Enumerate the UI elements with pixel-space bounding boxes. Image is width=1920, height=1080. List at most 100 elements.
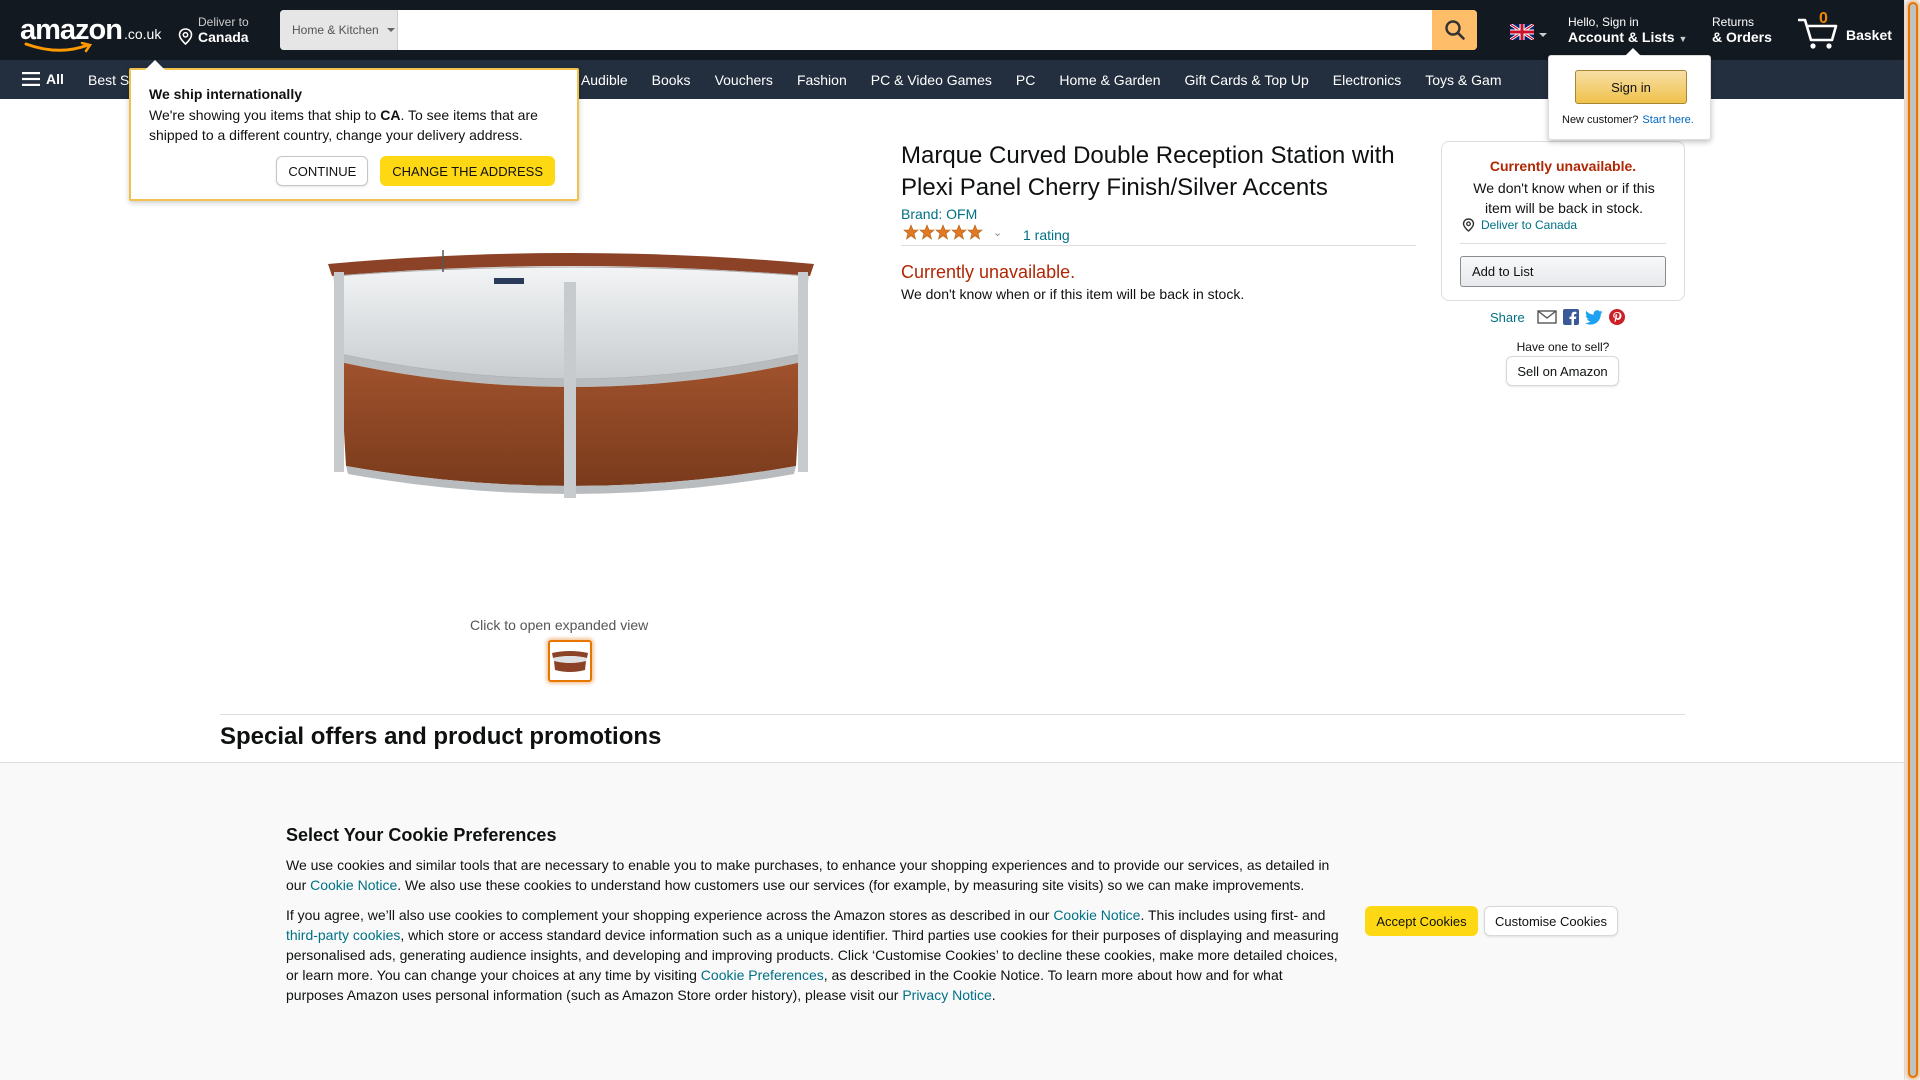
- hamburger-menu-icon: [22, 72, 40, 86]
- twitter-icon[interactable]: [1584, 309, 1603, 325]
- cookie-preferences-link[interactable]: Cookie Preferences: [701, 967, 824, 983]
- deliver-to-button[interactable]: Deliver to Canada: [178, 15, 268, 47]
- share-label: Share: [1490, 309, 1525, 325]
- basket-count: 0: [1819, 10, 1828, 27]
- account-lists-label: Account & Lists: [1568, 29, 1675, 45]
- star-rating[interactable]: ⌄: [903, 224, 1002, 240]
- thumbnail-image: [552, 651, 588, 672]
- amazon-logo[interactable]: amazon .co.uk: [20, 14, 162, 53]
- search-category-label: Home & Kitchen: [292, 23, 379, 37]
- cookie-paragraph-1: We use cookies and similar tools that ar…: [286, 855, 1342, 895]
- deliver-label: Deliver to: [198, 15, 249, 29]
- availability-status: Currently unavailable.: [901, 262, 1076, 282]
- cookie-banner: Select Your Cookie Preferences We use co…: [0, 762, 1904, 1080]
- subnav-item-gift-cards[interactable]: Gift Cards & Top Up: [1173, 72, 1321, 88]
- popover-text-part: We're showing you items that ship to: [149, 107, 381, 123]
- deliver-to-link[interactable]: Deliver to Canada: [1462, 218, 1577, 232]
- chevron-down-icon: ⌄: [993, 226, 1003, 239]
- subnav-item-books[interactable]: Books: [640, 72, 703, 88]
- uk-flag-icon: [1509, 22, 1535, 42]
- chevron-down-icon: [1539, 33, 1547, 37]
- privacy-notice-link[interactable]: Privacy Notice: [902, 987, 991, 1003]
- share-row: Share: [1490, 309, 1625, 325]
- cookie-paragraph-2: If you agree, we’ll also use cookies to …: [286, 905, 1342, 1005]
- deliver-to-label: Deliver to Canada: [1481, 218, 1578, 232]
- search-button[interactable]: [1432, 10, 1477, 50]
- language-selector[interactable]: [1509, 22, 1550, 42]
- buy-box: Currently unavailable. We don't know whe…: [1441, 141, 1685, 301]
- page-scrollbar[interactable]: [1904, 0, 1920, 1080]
- subnav-item-audible[interactable]: Audible: [569, 72, 640, 88]
- cookie-notice-link[interactable]: Cookie Notice: [310, 877, 397, 893]
- email-icon[interactable]: [1537, 310, 1557, 324]
- start-here-link[interactable]: Start here.: [1642, 114, 1693, 126]
- popover-buttons: CONTINUE CHANGE THE ADDRESS: [276, 156, 555, 186]
- logo-tld: .co.uk: [123, 26, 162, 42]
- account-greeting: Hello, Sign in: [1568, 15, 1639, 29]
- returns-label: Returns: [1712, 15, 1755, 29]
- sell-on-amazon-button[interactable]: Sell on Amazon: [1506, 356, 1619, 386]
- orders-label: & Orders: [1712, 29, 1772, 45]
- add-to-list-button[interactable]: Add to List: [1460, 256, 1666, 287]
- scrollbar-thumb[interactable]: [1908, 2, 1918, 1078]
- logo-smile-icon: [24, 42, 93, 53]
- rating-count-link[interactable]: 1 rating: [1023, 227, 1070, 243]
- change-address-button[interactable]: CHANGE THE ADDRESS: [380, 156, 555, 186]
- five-stars-icon: [903, 224, 983, 240]
- subnav-item-vouchers[interactable]: Vouchers: [703, 72, 785, 88]
- sign-in-button[interactable]: Sign in: [1575, 70, 1687, 104]
- facebook-icon[interactable]: [1562, 309, 1579, 325]
- divider: [1460, 243, 1666, 244]
- accept-cookies-button[interactable]: Accept Cookies: [1365, 906, 1478, 936]
- subnav-item-fashion[interactable]: Fashion: [785, 72, 859, 88]
- cart-icon: [1798, 18, 1838, 49]
- basket-label: Basket: [1846, 27, 1892, 43]
- subnav-item-toys-games[interactable]: Toys & Gam: [1413, 72, 1513, 88]
- subnav-item-pc-video-games[interactable]: PC & Video Games: [859, 72, 1004, 88]
- account-lists-button[interactable]: Hello, Sign in Account & Lists ▼: [1568, 15, 1698, 45]
- continue-button[interactable]: CONTINUE: [276, 156, 369, 186]
- buybox-availability-detail: We don't know when or if this item will …: [1473, 180, 1655, 216]
- divider: [901, 245, 1416, 246]
- special-offers-heading: Special offers and product promotions: [220, 723, 662, 750]
- all-menu-label: All: [46, 71, 64, 87]
- chevron-down-icon: [386, 28, 395, 32]
- product-title: Marque Curved Double Reception Station w…: [901, 142, 1395, 201]
- pinterest-icon[interactable]: [1608, 309, 1625, 325]
- deliver-country: Canada: [198, 29, 249, 45]
- subnav-item-electronics[interactable]: Electronics: [1321, 72, 1413, 88]
- all-menu-button[interactable]: All: [22, 71, 64, 87]
- have-one-to-sell-label: Have one to sell?: [1516, 340, 1610, 354]
- cookie-text: If you agree, we’ll also use cookies to …: [286, 907, 1054, 923]
- ship-internationally-popover: We ship internationally We're showing yo…: [129, 60, 579, 201]
- new-customer-label: New customer?: [1562, 114, 1639, 126]
- subnav-item-home-garden[interactable]: Home & Garden: [1047, 72, 1172, 88]
- new-customer-text: New customer? Start here.: [1562, 114, 1694, 126]
- cookie-text: . We also use these cookies to understan…: [397, 877, 1305, 893]
- signin-popover: Sign in New customer? Start here.: [1548, 48, 1711, 140]
- page: amazon .co.uk Deliver to Canada Home & Ki…: [0, 0, 1904, 1080]
- search-input[interactable]: [398, 10, 1432, 50]
- popover-title: We ship internationally: [149, 86, 302, 102]
- brand-link[interactable]: Brand: OFM: [901, 206, 977, 222]
- basket-button[interactable]: 0 Basket: [1796, 10, 1896, 50]
- image-thumbnail[interactable]: [548, 640, 592, 682]
- reception-desk-image: [328, 250, 814, 498]
- product-main-image[interactable]: [326, 244, 816, 506]
- returns-orders-button[interactable]: Returns & Orders: [1712, 15, 1792, 45]
- cookie-text: .: [991, 987, 996, 1003]
- buybox-availability: Currently unavailable.: [1489, 158, 1637, 174]
- location-pin-icon: [1462, 218, 1475, 232]
- search-category-select[interactable]: Home & Kitchen: [280, 10, 398, 50]
- cookie-notice-link[interactable]: Cookie Notice: [1053, 907, 1140, 923]
- location-pin-icon: [178, 28, 193, 45]
- account-label: Account & Lists ▼: [1568, 29, 1698, 45]
- cookie-text: . This includes using first- and: [1140, 907, 1326, 923]
- popover-text: We're showing you items that ship to CA.…: [149, 105, 559, 145]
- divider: [220, 714, 1685, 715]
- top-nav: amazon .co.uk Deliver to Canada Home & Ki…: [0, 0, 1904, 60]
- customise-cookies-button[interactable]: Customise Cookies: [1484, 906, 1618, 936]
- subnav-item-pc[interactable]: PC: [1004, 72, 1047, 88]
- image-caption: Click to open expanded view: [470, 617, 649, 633]
- third-party-cookies-link[interactable]: third-party cookies: [286, 927, 400, 943]
